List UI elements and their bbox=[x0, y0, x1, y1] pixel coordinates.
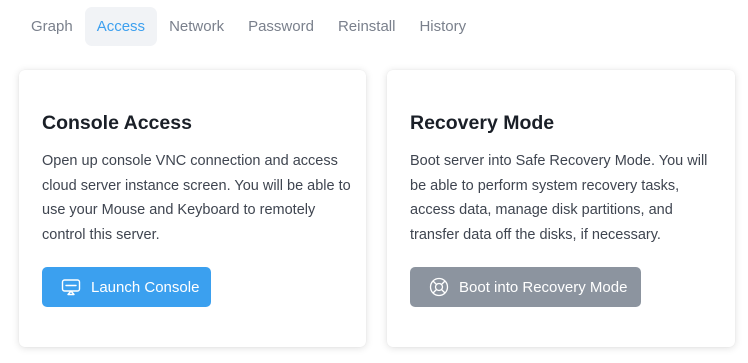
recovery-mode-title: Recovery Mode bbox=[410, 112, 555, 134]
boot-recovery-button[interactable]: Boot into Recovery Mode bbox=[410, 267, 641, 307]
tab-access[interactable]: Access bbox=[84, 7, 158, 46]
recovery-mode-card: Recovery Mode Boot server into Safe Reco… bbox=[387, 70, 735, 347]
console-access-title: Console Access bbox=[42, 112, 192, 134]
tab-bar: Graph Access Network Password Reinstall … bbox=[0, 7, 478, 46]
tab-password[interactable]: Password bbox=[236, 7, 326, 46]
launch-console-button[interactable]: Launch Console bbox=[42, 267, 211, 307]
lifebuoy-icon bbox=[428, 276, 450, 298]
recovery-mode-description: Boot server into Safe Recovery Mode. You… bbox=[410, 153, 708, 243]
tab-reinstall[interactable]: Reinstall bbox=[326, 7, 408, 46]
tab-graph[interactable]: Graph bbox=[0, 7, 85, 46]
server-access-page: Graph Access Network Password Reinstall … bbox=[0, 0, 748, 363]
monitor-icon bbox=[60, 276, 82, 298]
tab-history[interactable]: History bbox=[407, 7, 478, 46]
tab-network[interactable]: Network bbox=[157, 7, 236, 46]
console-access-card: Console Access Open up console VNC conne… bbox=[19, 70, 366, 347]
boot-recovery-label: Boot into Recovery Mode bbox=[459, 278, 628, 296]
launch-console-label: Launch Console bbox=[91, 278, 200, 296]
console-access-description: Open up console VNC connection and acces… bbox=[42, 153, 351, 243]
